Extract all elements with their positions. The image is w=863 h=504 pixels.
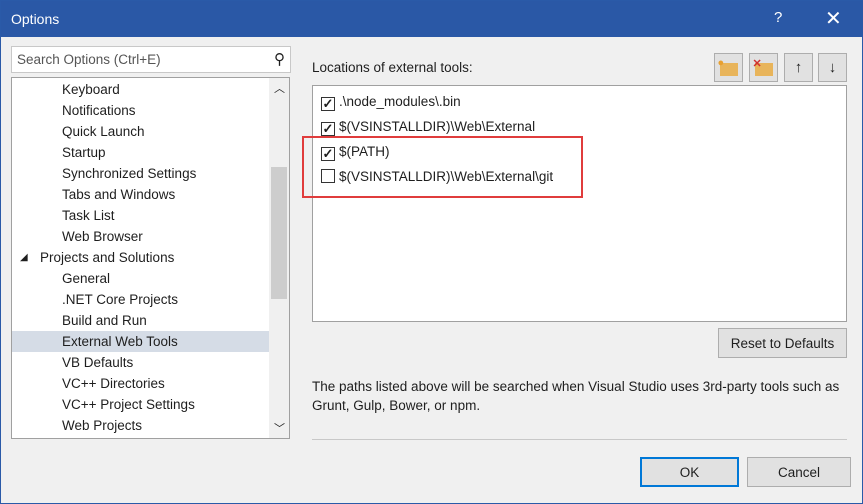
tree-item-label: Synchronized Settings xyxy=(62,166,197,181)
tree-item[interactable]: Task List xyxy=(12,205,269,226)
tree-item-label: Tabs and Windows xyxy=(62,187,176,202)
location-checkbox[interactable]: ✓ xyxy=(321,122,335,136)
tree-item[interactable]: Synchronized Settings xyxy=(12,163,269,184)
delete-location-button[interactable]: ✕ xyxy=(749,53,778,82)
tree-item[interactable]: Keyboard xyxy=(12,79,269,100)
locations-list[interactable]: ✓ .\node_modules\.bin ✓ $(VSINSTALLDIR)\Web… xyxy=(312,85,847,322)
tree-item-label: External Web Tools xyxy=(62,334,178,349)
ok-button[interactable]: OK xyxy=(640,457,739,487)
tree-item-label: Build and Run xyxy=(62,313,147,328)
tree-item[interactable]: Notifications xyxy=(12,100,269,121)
tree-scrollbar[interactable]: ︿ ﹀ xyxy=(269,78,289,438)
scrollbar-thumb[interactable] xyxy=(271,167,287,299)
delete-folder-icon: ✕ xyxy=(753,58,773,76)
add-location-button[interactable]: ● xyxy=(714,53,743,82)
tree-item-label: VC++ Directories xyxy=(62,376,165,391)
tree-item[interactable]: VB Defaults xyxy=(12,352,269,373)
tree-item-label: Web Projects xyxy=(62,418,143,433)
tree-item[interactable]: Tabs and Windows xyxy=(12,184,269,205)
options-tree[interactable]: Keyboard Notifications Quick Launch Startup… xyxy=(11,77,290,439)
tree-item-label: .NET Core Projects xyxy=(62,292,179,307)
search-placeholder: Search Options (Ctrl+E) xyxy=(17,52,161,67)
close-button[interactable]: ✕ xyxy=(825,6,842,31)
tree-item-label: VC++ Project Settings xyxy=(62,397,195,412)
help-button[interactable]: ? xyxy=(774,9,782,26)
reset-to-defaults-button[interactable]: Reset to Defaults xyxy=(718,328,847,358)
location-item[interactable]: ✓ .\node_modules\.bin xyxy=(321,91,461,113)
tree-item-label: Task List xyxy=(62,208,115,223)
arrow-down-icon: ↓ xyxy=(828,59,837,76)
location-item[interactable]: ✓ $(VSINSTALLDIR)\Web\External xyxy=(321,116,535,138)
tree-item-label: Projects and Solutions xyxy=(40,250,175,265)
tree-item-label: Web Browser xyxy=(62,229,143,244)
tree-item[interactable]: Web Projects xyxy=(12,415,269,436)
tree-item-label: VB Defaults xyxy=(62,355,134,370)
tree-item[interactable]: VC++ Project Settings xyxy=(12,394,269,415)
window-title: Options xyxy=(11,11,60,27)
cancel-button[interactable]: Cancel xyxy=(747,457,851,487)
tree-item[interactable]: .NET Core Projects xyxy=(12,289,269,310)
location-path: $(VSINSTALLDIR)\Web\External xyxy=(339,119,536,134)
tree-item-label: Notifications xyxy=(62,103,136,118)
add-folder-icon: ● xyxy=(718,57,738,76)
move-up-button[interactable]: ↑ xyxy=(784,53,813,82)
chevron-up-icon[interactable]: ︿ xyxy=(274,80,285,96)
tree-item[interactable]: Startup xyxy=(12,142,269,163)
tree-item[interactable]: Quick Launch xyxy=(12,121,269,142)
separator xyxy=(312,439,847,440)
title-bar: Options ? ✕ xyxy=(1,1,863,37)
tree-item[interactable]: ◢ Projects and Solutions xyxy=(12,247,269,268)
tree-item-label: General xyxy=(62,271,111,286)
chevron-down-icon[interactable]: ﹀ xyxy=(274,420,285,436)
tree-item-label: Startup xyxy=(62,145,106,160)
tree-item[interactable]: Web Browser xyxy=(12,226,269,247)
search-icon[interactable]: ⚲ xyxy=(274,50,285,68)
description-text: The paths listed above will be searched … xyxy=(312,379,840,413)
tree-item[interactable]: Build and Run xyxy=(12,310,269,331)
location-path: .\node_modules\.bin xyxy=(339,94,461,109)
search-input[interactable]: Search Options (Ctrl+E) ⚲ xyxy=(11,46,291,73)
location-checkbox[interactable]: ✓ xyxy=(321,97,335,111)
tree-item[interactable]: External Web Tools xyxy=(12,331,269,352)
locations-label: Locations of external tools: xyxy=(312,60,473,75)
tree-item[interactable]: VC++ Directories xyxy=(12,373,269,394)
tree-item-label: Keyboard xyxy=(62,82,120,97)
arrow-up-icon: ↑ xyxy=(794,59,803,76)
expand-arrow-icon[interactable]: ◢ xyxy=(20,247,28,268)
tree-item[interactable]: General xyxy=(12,268,269,289)
move-down-button[interactable]: ↓ xyxy=(818,53,847,82)
tree-item-label: Quick Launch xyxy=(62,124,145,139)
highlight-box xyxy=(302,136,583,198)
